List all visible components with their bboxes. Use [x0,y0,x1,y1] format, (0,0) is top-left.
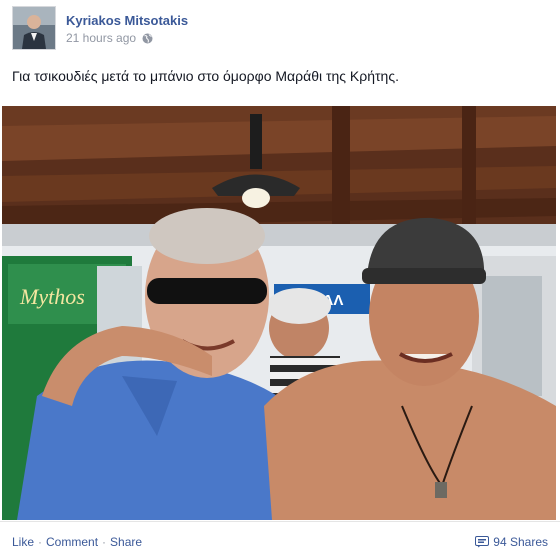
mythos-sign-text: Mythos [19,284,85,309]
post-meta: 21 hours ago [66,31,153,45]
post-timestamp[interactable]: 21 hours ago [66,31,136,45]
post-header: Kyriakos Mitsotakis 21 hours ago [12,6,552,52]
author-avatar[interactable] [12,6,56,50]
globe-icon[interactable] [142,33,153,44]
author-name[interactable]: Kyriakos Mitsotakis [66,13,188,28]
post-photo[interactable]: Mythos ΦΕΒΓΑΛ [2,106,556,520]
facebook-post: Kyriakos Mitsotakis 21 hours ago Για τσι… [0,0,560,549]
post-status-text: Για τσικουδιές μετά το μπάνιο στο όμορφο… [12,68,399,84]
post-actions-bar: Like · Comment · Share 94 Shares [0,521,560,549]
share-icon [475,536,490,548]
